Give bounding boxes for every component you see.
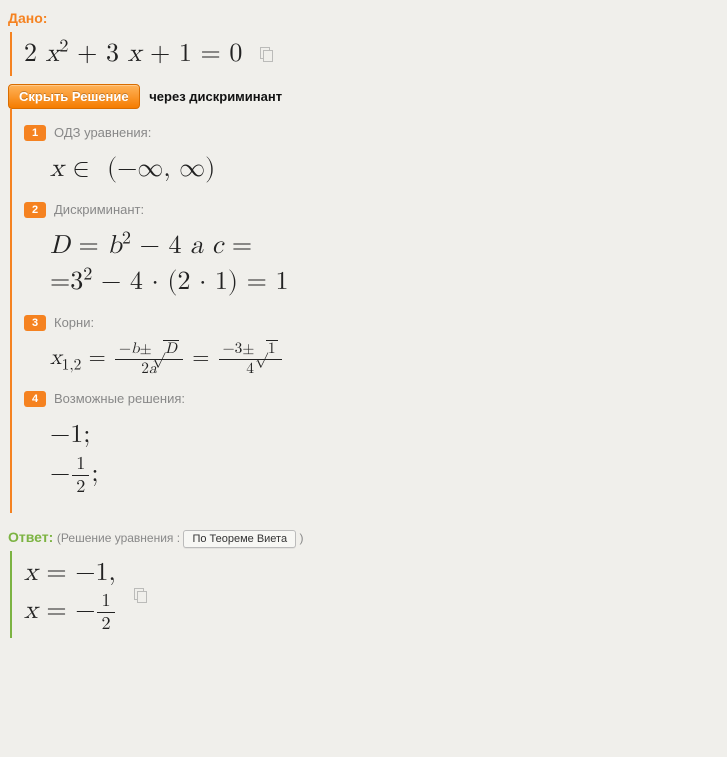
answer-note-suffix: ) <box>299 531 303 545</box>
step-title: Корни: <box>54 315 94 330</box>
copy-icon[interactable] <box>134 588 146 602</box>
step-badge: 1 <box>24 125 46 141</box>
given-label: Дано: <box>8 10 719 26</box>
roots-math: x1,2 = −b±√D2a = −3±√14 <box>50 341 284 378</box>
answer-block: x = −1,x = −12 <box>10 551 719 638</box>
step-2: 2 Дискриминант: <box>24 202 719 218</box>
copy-icon[interactable] <box>260 47 272 61</box>
step-3-math: x1,2 = −b±√D2a = −3±√14 <box>50 341 719 378</box>
given-equation: 2 x2 + 3 x + 1 = 0 <box>24 36 242 72</box>
answer-label: Ответ: <box>8 529 53 545</box>
step-title: ОДЗ уравнения: <box>54 125 151 140</box>
given-block: 2 x2 + 3 x + 1 = 0 <box>10 32 719 76</box>
step-1-math: x ∈ (−∞, ∞) <box>50 151 719 187</box>
answer-note: (Решение уравнения : По Теореме Виета ) <box>57 531 304 545</box>
method-label: через дискриминант <box>149 89 282 104</box>
step-2-math: D = b2 − 4 a c ==32 − 4 · (2 · 1) = 1 <box>50 228 719 301</box>
solutions-math: −1;−12; <box>50 417 99 496</box>
step-title: Дискриминант: <box>54 202 144 217</box>
solution-block: 1 ОДЗ уравнения: x ∈ (−∞, ∞) 2 Дискримин… <box>10 109 719 512</box>
hide-solution-button[interactable]: Скрыть Решение <box>8 84 140 109</box>
answer-note-prefix: (Решение уравнения : <box>57 531 180 545</box>
vieta-button[interactable]: По Теореме Виета <box>183 530 296 548</box>
step-4: 4 Возможные решения: <box>24 391 719 407</box>
step-1: 1 ОДЗ уравнения: <box>24 125 719 141</box>
domain-math: x ∈ (−∞, ∞) <box>50 151 215 187</box>
step-title: Возможные решения: <box>54 391 185 406</box>
discriminant-math: D = b2 − 4 a c ==32 − 4 · (2 · 1) = 1 <box>50 228 289 301</box>
step-3: 3 Корни: <box>24 315 719 331</box>
answer-math: x = −1,x = −12 <box>24 555 117 634</box>
step-badge: 2 <box>24 202 46 218</box>
step-4-math: −1;−12; <box>50 417 719 496</box>
step-badge: 4 <box>24 391 46 407</box>
step-badge: 3 <box>24 315 46 331</box>
